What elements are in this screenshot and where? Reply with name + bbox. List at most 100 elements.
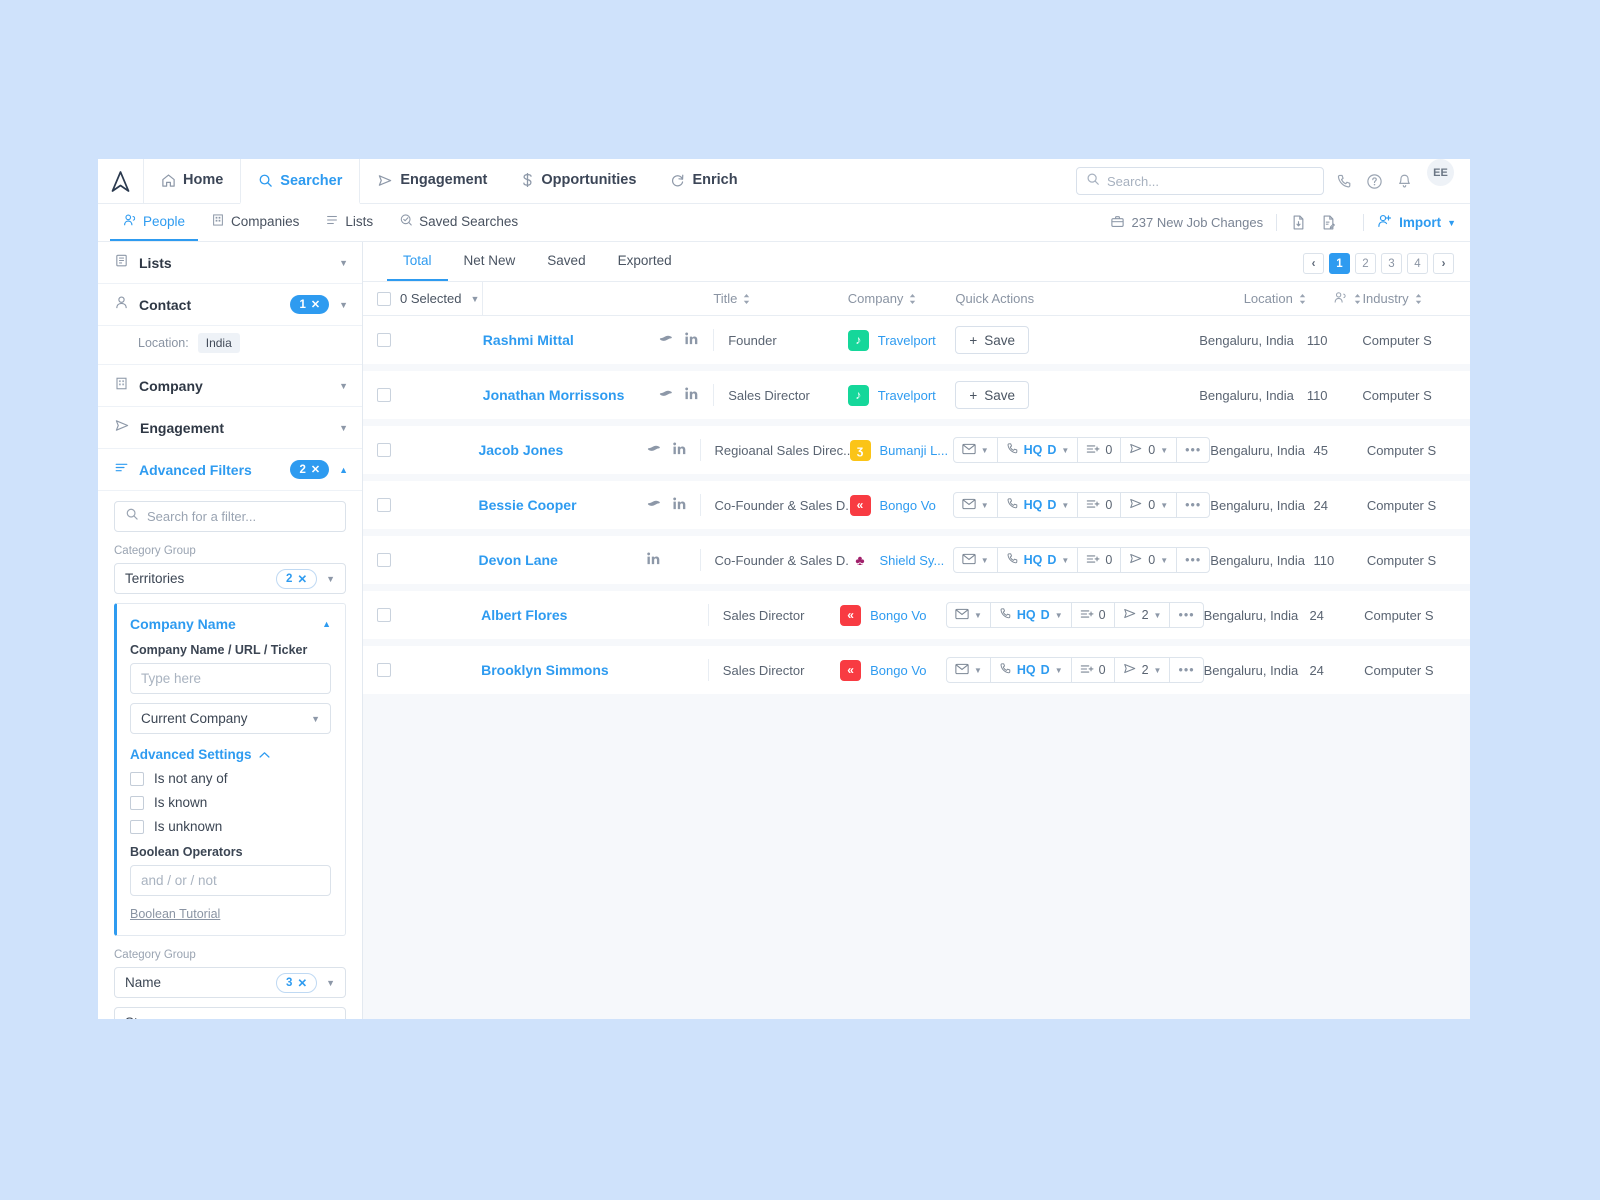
- import-button[interactable]: Import ▼: [1377, 213, 1456, 232]
- category-group-select-name[interactable]: Name 3 ✕ ▼: [114, 967, 346, 998]
- sort-icon[interactable]: [1353, 293, 1362, 305]
- chevron-down-icon[interactable]: ▼: [981, 501, 989, 510]
- chevron-down-icon[interactable]: ▼: [1055, 611, 1063, 620]
- company-name-filter-header[interactable]: Company Name ▲: [130, 616, 331, 632]
- advanced-filter-count-badge[interactable]: 2 ✕: [290, 460, 330, 479]
- header-company[interactable]: Company: [848, 291, 956, 306]
- nav-item-engagement[interactable]: Engagement: [360, 159, 504, 203]
- company-name-link[interactable]: Shield Sy...: [880, 553, 945, 568]
- sidebar-section-lists[interactable]: Lists ▼: [98, 242, 362, 284]
- chevron-down-icon[interactable]: ▼: [1061, 556, 1069, 565]
- sequence-action[interactable]: 0 ▼: [1121, 493, 1178, 517]
- header-industry[interactable]: Industry: [1362, 291, 1470, 306]
- save-button[interactable]: + Save: [955, 381, 1029, 409]
- tab-net-new[interactable]: Net New: [448, 242, 532, 281]
- chevron-down-icon[interactable]: ▼: [981, 556, 989, 565]
- phone-action[interactable]: HQ D ▼: [998, 438, 1079, 462]
- pagination-page-4[interactable]: 4: [1407, 253, 1428, 274]
- table-row[interactable]: Jacob Jones Regioanal Sales Direc... ʒ Buma…: [363, 426, 1470, 474]
- row-select[interactable]: [377, 371, 483, 419]
- contact-filter-count-badge[interactable]: 1 ✕: [290, 295, 330, 314]
- nav-item-home[interactable]: Home: [144, 159, 240, 203]
- email-action[interactable]: ▼: [947, 603, 991, 627]
- tab-total[interactable]: Total: [387, 242, 448, 281]
- checkbox-is-known[interactable]: Is known: [130, 795, 331, 810]
- chevron-down-icon[interactable]: ▼: [1160, 501, 1168, 510]
- tab-companies[interactable]: Companies: [198, 204, 312, 241]
- nav-item-searcher[interactable]: Searcher: [240, 159, 361, 204]
- linkedin-icon[interactable]: [646, 551, 661, 569]
- linkedin-icon[interactable]: [672, 496, 687, 514]
- checkbox-box[interactable]: [130, 771, 144, 786]
- twitter-icon[interactable]: [646, 496, 661, 514]
- sort-icon[interactable]: [1298, 293, 1307, 305]
- global-search[interactable]: [1076, 167, 1324, 195]
- chevron-down-icon[interactable]: ▼: [981, 446, 989, 455]
- name-count-badge[interactable]: 3 ✕: [276, 972, 318, 993]
- notes-action[interactable]: 0: [1078, 493, 1122, 517]
- close-icon[interactable]: ✕: [311, 298, 320, 311]
- person-name-link[interactable]: Jonathan Morrissons: [483, 387, 625, 403]
- email-action[interactable]: ▼: [954, 548, 998, 572]
- row-select[interactable]: [377, 591, 481, 639]
- checkbox-is-not-any-of[interactable]: Is not any of: [130, 771, 331, 786]
- tab-lists[interactable]: Lists: [312, 204, 386, 241]
- row-select[interactable]: [377, 646, 481, 694]
- phone-action[interactable]: HQ D ▼: [991, 658, 1072, 682]
- company-name-link[interactable]: Bongo Vo: [880, 498, 936, 513]
- sort-icon[interactable]: [742, 293, 751, 305]
- app-logo[interactable]: [98, 159, 144, 203]
- chevron-down-icon[interactable]: ▼: [470, 294, 479, 304]
- email-action[interactable]: ▼: [954, 438, 998, 462]
- sidebar-section-advanced-filters[interactable]: Advanced Filters 2 ✕ ▲: [98, 449, 362, 491]
- row-select[interactable]: [377, 481, 478, 529]
- checkbox-is-unknown[interactable]: Is unknown: [130, 819, 331, 834]
- sequence-action[interactable]: 0 ▼: [1121, 438, 1178, 462]
- filter-search-input[interactable]: [147, 509, 335, 524]
- checkbox-box[interactable]: [130, 795, 144, 810]
- sidebar-section-engagement[interactable]: Engagement ▼: [98, 407, 362, 449]
- pagination-page-2[interactable]: 2: [1355, 253, 1376, 274]
- chevron-down-icon[interactable]: ▼: [1160, 556, 1168, 565]
- table-row[interactable]: Jonathan Morrissons Sales Director ♪ Travel…: [363, 371, 1470, 419]
- twitter-icon[interactable]: [658, 386, 673, 404]
- phone-action[interactable]: HQ D ▼: [998, 493, 1079, 517]
- more-actions-button[interactable]: •••: [1170, 603, 1202, 627]
- row-checkbox[interactable]: [377, 663, 391, 677]
- save-button[interactable]: + Save: [955, 326, 1029, 354]
- twitter-icon[interactable]: [658, 331, 673, 349]
- notes-action[interactable]: 0: [1072, 603, 1115, 627]
- tab-saved[interactable]: Saved: [531, 242, 601, 281]
- email-action[interactable]: ▼: [954, 493, 998, 517]
- boolean-operators-input[interactable]: [130, 865, 331, 896]
- more-actions-button[interactable]: •••: [1177, 548, 1209, 572]
- edit-file-icon[interactable]: [1320, 214, 1337, 231]
- search-input[interactable]: [1107, 173, 1314, 189]
- person-name-link[interactable]: Albert Flores: [481, 607, 567, 623]
- linkedin-icon[interactable]: [672, 441, 687, 459]
- category-group-select-territories[interactable]: Territories 2 ✕ ▼: [114, 563, 346, 594]
- chevron-down-icon[interactable]: ▼: [1154, 611, 1162, 620]
- company-name-link[interactable]: Bongo Vo: [870, 663, 926, 678]
- company-name-link[interactable]: Bumanji L...: [880, 443, 949, 458]
- row-checkbox[interactable]: [377, 388, 391, 402]
- more-actions-button[interactable]: •••: [1170, 658, 1202, 682]
- person-name-link[interactable]: Bessie Cooper: [478, 497, 576, 513]
- notes-action[interactable]: 0: [1078, 548, 1122, 572]
- avatar[interactable]: EE: [1427, 159, 1454, 186]
- contact-location-chip[interactable]: India: [197, 333, 240, 353]
- phone-action[interactable]: HQ D ▼: [991, 603, 1072, 627]
- chevron-down-icon[interactable]: ▼: [974, 611, 982, 620]
- more-actions-button[interactable]: •••: [1177, 438, 1209, 462]
- new-job-changes-button[interactable]: 237 New Job Changes: [1110, 214, 1263, 232]
- close-icon[interactable]: ✕: [311, 463, 320, 476]
- select-all-checkbox[interactable]: [377, 291, 391, 306]
- row-select[interactable]: [377, 426, 478, 474]
- sequence-action[interactable]: 2 ▼: [1115, 658, 1171, 682]
- row-checkbox[interactable]: [377, 553, 391, 567]
- chevron-down-icon[interactable]: ▼: [1160, 446, 1168, 455]
- linkedin-icon[interactable]: [684, 386, 699, 404]
- pagination-prev[interactable]: ‹: [1303, 253, 1324, 274]
- more-actions-button[interactable]: •••: [1177, 493, 1209, 517]
- chevron-down-icon[interactable]: ▼: [1061, 446, 1069, 455]
